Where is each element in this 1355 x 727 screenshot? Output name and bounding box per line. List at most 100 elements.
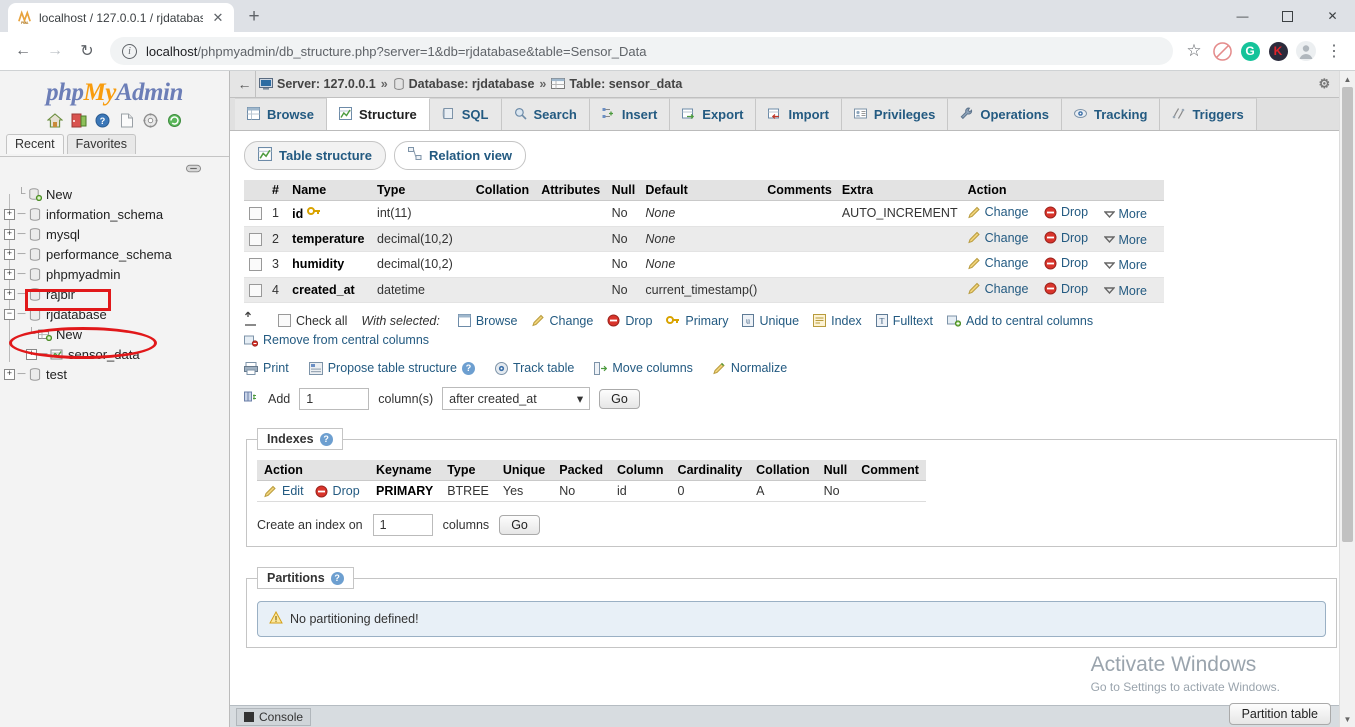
tree-item-new-db[interactable]: └ New	[4, 184, 229, 204]
col-default[interactable]: Default	[640, 180, 763, 201]
window-maximize-button[interactable]	[1265, 0, 1310, 32]
action-change[interactable]: Change	[967, 231, 1028, 245]
window-close-button[interactable]: ✕	[1310, 0, 1355, 32]
bulk-browse[interactable]: Browse	[457, 314, 518, 328]
panel-settings-gear-icon[interactable]: ⚙	[1318, 76, 1330, 92]
phpmyadmin-logo[interactable]: phpMyAdmin	[0, 71, 229, 109]
col-num[interactable]: #	[267, 180, 288, 201]
bulk-change[interactable]: Change	[531, 314, 593, 328]
tab-operations[interactable]: Operations	[948, 98, 1062, 130]
tool-normalize[interactable]: Normalize	[713, 361, 787, 375]
scroll-up-icon[interactable]: ▲	[1340, 71, 1355, 87]
sidebar-tab-favorites[interactable]: Favorites	[66, 134, 137, 154]
tree-expander[interactable]: +	[4, 268, 15, 280]
console-button[interactable]: Console	[236, 707, 312, 726]
forward-icon[interactable]: →	[40, 36, 70, 66]
col-collation[interactable]: Collation	[470, 180, 537, 201]
row-checkbox-cell[interactable]	[244, 226, 267, 252]
action-change[interactable]: Change	[967, 256, 1028, 270]
tree-item-information-schema[interactable]: + ─ information_schema	[4, 204, 229, 224]
tree-item-new-table[interactable]: └ New	[4, 324, 229, 344]
subtab-relation-view[interactable]: Relation view	[393, 141, 527, 170]
settings-gear-icon[interactable]	[142, 112, 159, 129]
tool-propose-structure[interactable]: Propose table structure?	[308, 361, 475, 375]
tree-expander[interactable]: +	[26, 348, 37, 360]
subtab-table-structure[interactable]: Table structure	[244, 141, 386, 170]
tab-triggers[interactable]: Triggers	[1160, 98, 1257, 130]
back-arrow-icon[interactable]: ←	[234, 71, 256, 97]
tab-sql[interactable]: SQL	[429, 98, 502, 130]
tree-expander[interactable]: +	[4, 288, 15, 300]
back-icon[interactable]: ←	[8, 36, 38, 66]
tab-close-icon[interactable]: ✕	[210, 10, 226, 26]
action-drop[interactable]: Drop	[1044, 231, 1088, 245]
docs-icon[interactable]	[118, 112, 135, 129]
tree-item-phpmyadmin[interactable]: + ─ phpmyadmin	[4, 264, 229, 284]
row-checkbox[interactable]	[249, 283, 262, 297]
help-icon[interactable]: ?	[319, 432, 333, 446]
bookmark-star-icon[interactable]: ☆	[1181, 38, 1207, 64]
action-change[interactable]: Change	[967, 205, 1028, 219]
tree-expander[interactable]: +	[4, 248, 15, 260]
bulk-primary[interactable]: Primary	[666, 314, 728, 328]
tree-item-sensor-data[interactable]: + ─ sensor_data	[4, 344, 229, 364]
col-type[interactable]: Type	[372, 180, 471, 201]
action-drop[interactable]: Drop	[1044, 282, 1088, 296]
new-tab-button[interactable]: +	[240, 3, 268, 31]
address-bar[interactable]: i localhost/phpmyadmin/db_structure.php?…	[110, 37, 1173, 65]
adblock-extension-icon[interactable]	[1209, 38, 1235, 64]
browser-menu-icon[interactable]: ⋮	[1321, 38, 1347, 64]
logout-icon[interactable]	[70, 112, 87, 129]
action-drop[interactable]: Drop	[1044, 256, 1088, 270]
tab-insert[interactable]: Insert	[589, 98, 671, 130]
tab-tracking[interactable]: Tracking	[1061, 98, 1161, 130]
site-info-icon[interactable]: i	[122, 43, 137, 59]
tab-search[interactable]: Search	[501, 98, 590, 130]
tab-browse[interactable]: Browse	[235, 98, 327, 130]
reload-icon[interactable]: ↻	[72, 36, 102, 66]
add-column-count-input[interactable]: 1	[299, 387, 370, 410]
tab-import[interactable]: Import	[756, 98, 842, 130]
row-checkbox[interactable]	[249, 258, 262, 272]
col-null[interactable]: Null	[606, 180, 641, 201]
index-edit[interactable]: Edit	[264, 484, 304, 498]
partition-table-button[interactable]: Partition table	[1228, 703, 1331, 725]
add-column-go-button[interactable]: Go	[599, 388, 640, 409]
sidebar-tab-recent[interactable]: Recent	[6, 134, 64, 154]
check-all-checkbox[interactable]	[278, 314, 291, 327]
tree-expander[interactable]: −	[4, 308, 15, 320]
browser-tab[interactable]: PMA localhost / 127.0.0.1 / rjdatabase ✕	[8, 3, 234, 32]
add-column-position-select[interactable]: after created_at ▾	[442, 387, 591, 410]
tree-item-rajbir[interactable]: + ─ rajbir	[4, 284, 229, 304]
create-index-go-button[interactable]: Go	[499, 515, 540, 535]
chain-link-icon[interactable]	[185, 163, 201, 174]
window-minimize-button[interactable]: —	[1220, 0, 1265, 32]
select-all-arrow-icon[interactable]	[244, 311, 258, 330]
breadcrumb-server[interactable]: Server: 127.0.0.1	[256, 77, 379, 91]
action-more[interactable]: More	[1103, 207, 1147, 221]
tree-expander[interactable]: +	[4, 368, 15, 380]
tree-item-mysql[interactable]: + ─ mysql	[4, 224, 229, 244]
page-scrollbar[interactable]: ▲ ▼	[1339, 71, 1355, 727]
row-checkbox-cell[interactable]	[244, 251, 267, 278]
refresh-icon[interactable]	[166, 112, 183, 129]
action-drop[interactable]: Drop	[1044, 205, 1088, 219]
action-change[interactable]: Change	[967, 282, 1028, 296]
scroll-down-icon[interactable]: ▼	[1340, 711, 1355, 727]
row-checkbox[interactable]	[249, 207, 262, 221]
help-icon[interactable]: ?	[330, 571, 344, 585]
bulk-fulltext[interactable]: T Fulltext	[875, 314, 933, 328]
row-checkbox-cell[interactable]	[244, 277, 267, 303]
col-name[interactable]: Name	[287, 180, 373, 201]
tab-privileges[interactable]: Privileges	[841, 98, 949, 130]
bulk-index[interactable]: Index	[813, 314, 862, 328]
action-more[interactable]: More	[1103, 284, 1147, 298]
check-all-control[interactable]: Check all	[278, 314, 347, 328]
bulk-remove-central-columns[interactable]: Remove from central columns	[244, 333, 1339, 347]
col-attributes[interactable]: Attributes	[536, 180, 607, 201]
col-extra[interactable]: Extra	[836, 180, 963, 201]
create-index-count-input[interactable]: 1	[372, 514, 433, 536]
home-icon[interactable]	[46, 112, 63, 129]
breadcrumb-table[interactable]: Table: sensor_data	[548, 77, 685, 91]
help-icon[interactable]: ?	[94, 112, 111, 129]
